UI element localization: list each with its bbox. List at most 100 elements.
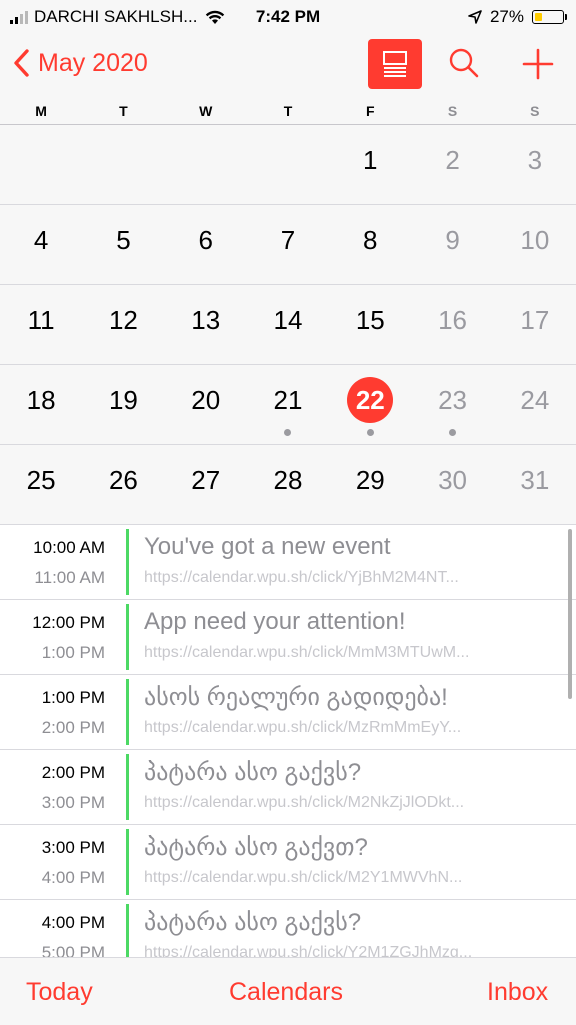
weekday-label: W [199, 103, 213, 119]
day-cell-selected[interactable]: 22 [329, 365, 411, 444]
day-number [183, 137, 229, 183]
day-cell[interactable]: 11 [0, 285, 82, 364]
list-view-icon [383, 51, 407, 77]
day-cell[interactable]: 21 [247, 365, 329, 444]
weekday-label: S [530, 103, 540, 119]
day-cell [165, 125, 247, 204]
add-event-button[interactable] [520, 46, 556, 82]
event-indicator-dot [366, 429, 374, 436]
event-list[interactable]: 10:00 AM 11:00 AM You've got a new event… [0, 524, 576, 958]
event-url: https://calendar.wpu.sh/click/MzRmMmEyY.… [144, 719, 462, 736]
tab-bar: Today Calendars Inbox [0, 957, 576, 1025]
battery-fill [535, 13, 542, 21]
week-row: 11 12 13 14 15 16 17 [0, 285, 576, 365]
status-bar: DARCHI SAKHLSH... 7:42 PM 27% [0, 0, 576, 34]
day-cell[interactable]: 12 [82, 285, 164, 364]
day-cell[interactable]: 16 [411, 285, 493, 364]
day-cell [247, 125, 329, 204]
day-cell[interactable]: 5 [82, 205, 164, 284]
event-item[interactable]: 10:00 AM 11:00 AM You've got a new event… [0, 525, 576, 600]
event-start-time: 10:00 AM [33, 538, 105, 557]
day-number: 15 [355, 305, 385, 335]
day-number: 9 [445, 225, 460, 255]
day-cell[interactable]: 1 [329, 125, 411, 204]
day-number: 29 [355, 465, 385, 495]
day-number: 20 [191, 385, 221, 415]
event-item[interactable]: 4:00 PM 5:00 PM პატარა ასო გაქვს? https:… [0, 900, 576, 958]
day-cell[interactable]: 10 [494, 205, 576, 284]
day-number: 18 [26, 385, 56, 415]
event-end-time: 4:00 PM [41, 868, 105, 887]
today-button[interactable]: Today [26, 978, 93, 1007]
inbox-button[interactable]: Inbox [487, 978, 548, 1007]
calendar-color-bar [126, 529, 129, 595]
day-cell[interactable]: 3 [494, 125, 576, 204]
day-cell[interactable]: 28 [247, 445, 329, 525]
event-title: პატარა ასო გაქვთ? [144, 834, 368, 861]
day-cell[interactable]: 24 [494, 365, 576, 444]
weekday-label: T [119, 103, 128, 119]
chevron-left-icon [14, 49, 29, 77]
selected-day-number: 22 [347, 377, 394, 423]
event-title: ასოს რეალური გადიდება! [144, 684, 448, 711]
battery-icon [532, 10, 567, 24]
day-cell[interactable]: 26 [82, 445, 164, 525]
weekday-label: M [35, 103, 47, 119]
day-cell[interactable]: 23 [411, 365, 493, 444]
event-title: App need your attention! [144, 608, 406, 635]
day-cell[interactable]: 20 [165, 365, 247, 444]
day-cell[interactable]: 25 [0, 445, 82, 525]
day-cell[interactable]: 13 [165, 285, 247, 364]
day-cell[interactable]: 9 [411, 205, 493, 284]
day-number [265, 137, 311, 183]
day-cell[interactable]: 29 [329, 445, 411, 525]
calendar-color-bar [126, 904, 129, 958]
event-end-time: 3:00 PM [41, 793, 105, 812]
back-to-month-button[interactable]: May 2020 [12, 48, 148, 78]
plus-icon [522, 48, 554, 80]
day-number: 16 [438, 305, 468, 335]
day-number [18, 137, 64, 183]
event-item[interactable]: 2:00 PM 3:00 PM პატარა ასო გაქვს? https:… [0, 750, 576, 825]
event-item[interactable]: 1:00 PM 2:00 PM ასოს რეალური გადიდება! h… [0, 675, 576, 750]
day-cell[interactable]: 14 [247, 285, 329, 364]
navigation-bar: May 2020 [0, 34, 576, 96]
event-url: https://calendar.wpu.sh/click/Y2M1ZGJhMz… [144, 944, 473, 958]
day-cell[interactable]: 31 [494, 445, 576, 525]
day-cell[interactable]: 2 [411, 125, 493, 204]
day-cell[interactable]: 7 [247, 205, 329, 284]
day-number: 8 [363, 225, 378, 255]
scroll-indicator[interactable] [568, 529, 572, 699]
event-item[interactable]: 3:00 PM 4:00 PM პატარა ასო გაქვთ? https:… [0, 825, 576, 900]
list-view-button[interactable] [368, 39, 422, 89]
event-url: https://calendar.wpu.sh/click/M2Y1MWVhN.… [144, 869, 463, 886]
day-cell[interactable]: 15 [329, 285, 411, 364]
calendars-button[interactable]: Calendars [229, 978, 343, 1007]
weekday-label: F [366, 103, 375, 119]
day-number: 30 [438, 465, 468, 495]
event-title: პატარა ასო გაქვს? [144, 759, 362, 786]
day-cell[interactable]: 30 [411, 445, 493, 525]
day-cell[interactable]: 27 [165, 445, 247, 525]
day-cell[interactable]: 8 [329, 205, 411, 284]
day-cell[interactable]: 19 [82, 365, 164, 444]
event-title: You've got a new event [144, 533, 391, 560]
event-start-time: 12:00 PM [32, 613, 105, 632]
day-cell[interactable]: 6 [165, 205, 247, 284]
search-button[interactable] [446, 46, 482, 82]
calendar-color-bar [126, 679, 129, 745]
day-cell[interactable]: 18 [0, 365, 82, 444]
day-number: 25 [26, 465, 56, 495]
day-cell [82, 125, 164, 204]
day-number: 12 [108, 305, 138, 335]
status-right: 27% [468, 7, 567, 27]
day-number: 19 [108, 385, 138, 415]
event-item[interactable]: 12:00 PM 1:00 PM App need your attention… [0, 600, 576, 675]
day-number: 28 [273, 465, 303, 495]
day-cell[interactable]: 17 [494, 285, 576, 364]
day-cell[interactable]: 4 [0, 205, 82, 284]
day-number: 23 [438, 385, 468, 415]
week-row: 25 26 27 28 29 30 31 [0, 445, 576, 525]
event-end-time: 5:00 PM [41, 943, 105, 958]
day-number: 24 [520, 385, 550, 415]
